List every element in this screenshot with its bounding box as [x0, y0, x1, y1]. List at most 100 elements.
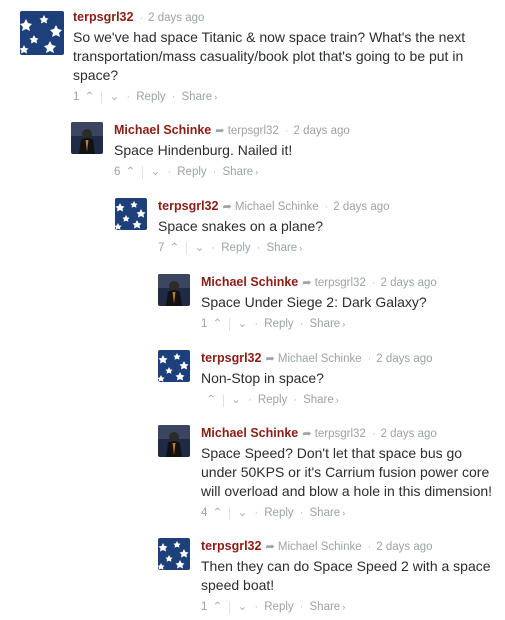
separator-dot: · — [139, 12, 144, 24]
stars-avatar[interactable] — [20, 11, 64, 55]
in-reply-to[interactable]: ➦ Michael Schinke — [265, 353, 361, 365]
reply-button[interactable]: Reply — [264, 505, 293, 521]
timestamp[interactable]: 2 days ago — [376, 353, 432, 365]
upvote-icon[interactable]: ⌃ — [83, 89, 95, 105]
timestamp[interactable]: 2 days ago — [294, 125, 350, 137]
chevron-right-icon: › — [255, 167, 259, 177]
timestamp[interactable]: 2 days ago — [381, 277, 437, 289]
parent-author: terpsgrl32 — [314, 428, 366, 440]
stars-avatar[interactable] — [158, 538, 190, 570]
stars-avatar[interactable] — [115, 198, 147, 230]
comment-text: Space Under Siege 2: Dark Galaxy? — [201, 294, 427, 310]
separator-dot: · — [211, 242, 216, 254]
vote-divider — [142, 166, 144, 179]
in-reply-to[interactable]: ➦ Michael Schinke — [222, 201, 318, 213]
chevron-right-icon: › — [335, 395, 339, 405]
author-name[interactable]: terpsgrl32 — [201, 351, 261, 365]
chevron-right-icon: › — [214, 92, 218, 102]
author-name[interactable]: terpsgrl32 — [73, 10, 133, 24]
vote-divider — [101, 91, 103, 104]
share-button[interactable]: Share › — [182, 89, 218, 105]
reply-button[interactable]: Reply — [221, 240, 250, 256]
upvote-icon[interactable]: ⌃ — [211, 599, 223, 615]
figure-avatar[interactable] — [158, 274, 190, 306]
comment-footer: 7 ⌃ ⌄ · Reply · Share › — [158, 240, 458, 256]
vote-divider — [186, 242, 188, 255]
share-label: Share — [303, 394, 334, 406]
timestamp[interactable]: 2 days ago — [381, 428, 437, 440]
upvote-icon[interactable]: ⌃ — [205, 392, 217, 408]
upvote-count: 1 — [201, 318, 208, 330]
reply-button[interactable]: Reply — [177, 164, 206, 180]
figure-avatar[interactable] — [71, 122, 103, 154]
share-button[interactable]: Share › — [310, 505, 346, 521]
in-reply-to[interactable]: ➦ terpsgrl32 — [215, 125, 279, 137]
separator-dot: · — [254, 601, 259, 613]
reply-arrow-icon: ➦ — [222, 201, 232, 213]
upvote-count: 4 — [201, 507, 208, 519]
separator-dot: · — [171, 91, 176, 103]
in-reply-to[interactable]: ➦ terpsgrl32 — [302, 277, 366, 289]
figure-avatar[interactable] — [158, 425, 190, 457]
comment-footer: 4 ⌃ ⌄ · Reply · Share › — [201, 505, 493, 521]
downvote-icon[interactable]: ⌄ — [149, 164, 161, 180]
comment-text: Then they can do Space Speed 2 with a sp… — [201, 558, 491, 593]
share-button[interactable]: Share › — [310, 599, 346, 615]
upvote-icon[interactable]: ⌃ — [211, 316, 223, 332]
downvote-icon[interactable]: ⌄ — [236, 505, 248, 521]
downvote-icon[interactable]: ⌄ — [236, 316, 248, 332]
comment-meta: terpsgrl32 · 2 days ago — [73, 9, 483, 25]
separator-dot: · — [299, 318, 304, 330]
share-label: Share — [309, 601, 341, 613]
author-name[interactable]: terpsgrl32 — [201, 539, 261, 553]
share-button[interactable]: Share › — [267, 240, 303, 256]
separator-dot: · — [254, 507, 259, 519]
separator-dot: · — [299, 507, 304, 519]
comment-footer: ⌃ ⌄ · Reply · Share › — [201, 392, 501, 408]
reply-button[interactable]: Reply — [264, 316, 293, 332]
author-name[interactable]: Michael Schinke — [201, 275, 298, 289]
share-button[interactable]: Share › — [310, 316, 346, 332]
reply-button[interactable]: Reply — [264, 599, 293, 615]
separator-dot: · — [293, 394, 298, 406]
share-label: Share — [309, 507, 341, 519]
chevron-right-icon: › — [342, 508, 346, 518]
reply-button[interactable]: Reply — [136, 89, 165, 105]
share-button[interactable]: Share › — [303, 392, 339, 408]
comment-meta: Michael Schinke ➦ terpsgrl32 · 2 days ago — [201, 425, 493, 441]
chevron-right-icon: › — [342, 319, 346, 329]
upvote-icon[interactable]: ⌃ — [168, 240, 180, 256]
share-button[interactable]: Share › — [223, 164, 259, 180]
author-name[interactable]: Michael Schinke — [114, 123, 211, 137]
comment-meta: terpsgrl32 ➦ Michael Schinke · 2 days ago — [158, 198, 458, 214]
upvote-icon[interactable]: ⌃ — [211, 505, 223, 521]
downvote-icon[interactable]: ⌄ — [230, 392, 242, 408]
author-name[interactable]: terpsgrl32 — [158, 199, 218, 213]
downvote-icon[interactable]: ⌄ — [236, 599, 248, 615]
downvote-icon[interactable]: ⌄ — [193, 240, 205, 256]
downvote-icon[interactable]: ⌄ — [108, 89, 120, 105]
chevron-right-icon: › — [299, 243, 303, 253]
stars-avatar[interactable] — [158, 350, 190, 382]
comment-text: Space Hindenburg. Nailed it! — [114, 142, 293, 158]
share-label: Share — [222, 166, 254, 178]
upvote-icon[interactable]: ⌃ — [124, 164, 136, 180]
separator-dot: · — [284, 125, 289, 137]
parent-author: Michael Schinke — [234, 201, 319, 213]
separator-dot: · — [256, 242, 261, 254]
in-reply-to[interactable]: ➦ terpsgrl32 — [302, 428, 366, 440]
comment-meta: terpsgrl32 ➦ Michael Schinke · 2 days ago — [201, 350, 501, 366]
separator-dot: · — [254, 318, 259, 330]
separator-dot: · — [371, 428, 376, 440]
comment-footer: 1 ⌃ ⌄ · Reply · Share › — [201, 316, 501, 332]
in-reply-to[interactable]: ➦ Michael Schinke — [265, 541, 361, 553]
timestamp[interactable]: 2 days ago — [148, 12, 204, 24]
timestamp[interactable]: 2 days ago — [376, 541, 432, 553]
comment-text: Space snakes on a plane? — [158, 218, 324, 234]
reply-arrow-icon: ➦ — [265, 541, 275, 553]
timestamp[interactable]: 2 days ago — [333, 201, 389, 213]
author-name[interactable]: Michael Schinke — [201, 426, 298, 440]
separator-dot: · — [324, 201, 329, 213]
separator-dot: · — [126, 91, 131, 103]
reply-button[interactable]: Reply — [258, 392, 287, 408]
